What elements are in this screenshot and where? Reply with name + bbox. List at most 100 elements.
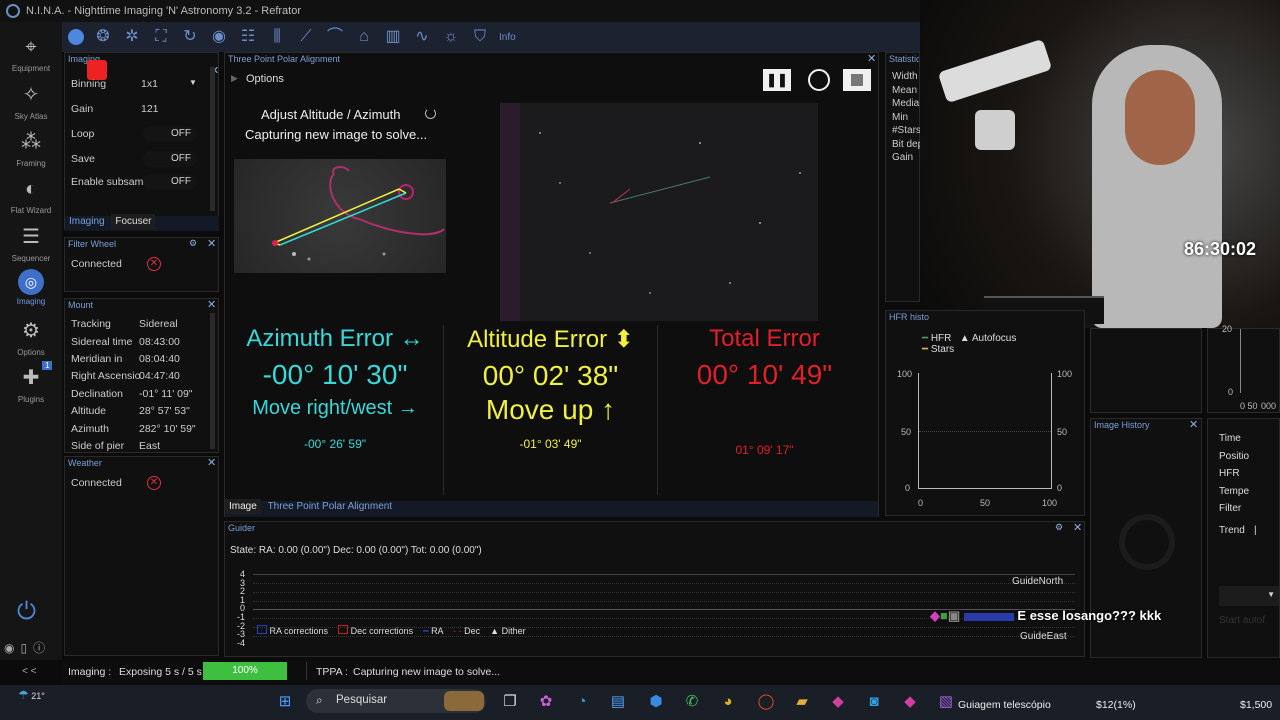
altitude-error: Altitude Error ⬍ 00° 02' 38" Move up ↑ -… (443, 325, 658, 451)
hfr-x-tick: 50 (980, 498, 991, 508)
target-icon[interactable]: ◉ (209, 27, 229, 47)
house-icon[interactable]: ⌂ (354, 27, 374, 47)
mount-label: Altitude (71, 405, 107, 417)
loop-toggle[interactable]: OFF (143, 126, 197, 142)
info-icon[interactable]: ⓘ (33, 641, 51, 655)
guide-graph-icon[interactable]: ∿ (412, 27, 432, 47)
sidebar-item-flat-wizard[interactable]: ◐ Flat Wizard (0, 174, 62, 215)
binning-select[interactable]: 1x1 (141, 78, 158, 90)
dec-line-icon: - - (453, 626, 462, 636)
filter-wheel-panel: Filter Wheel ⚙ ✕ Connected ✕ (64, 237, 219, 292)
sidebar-item-equipment[interactable]: ⌖ Equipment (0, 32, 62, 73)
telescope-tool-icon[interactable]: ⟋ (296, 27, 316, 47)
disconnected-icon[interactable]: ✕ (147, 257, 161, 271)
close-icon[interactable]: ✕ (1073, 521, 1082, 534)
close-icon[interactable]: ✕ (1189, 418, 1198, 431)
active-window-label[interactable]: Guiagem telescópio (958, 699, 1051, 711)
telescope-tube (937, 38, 1053, 104)
filter-wheel-icon[interactable]: ❂ (93, 27, 113, 47)
search-box[interactable]: ⌕ Pesquisar (306, 689, 486, 713)
info-tab[interactable]: Info (499, 32, 516, 43)
sidebar-item-sequencer[interactable]: ☰ Sequencer (0, 222, 62, 263)
refresh-button[interactable] (808, 69, 830, 91)
tab-image[interactable]: Image (225, 499, 261, 514)
altitude-move: Move up ↑ (485, 394, 616, 425)
rotator-icon[interactable]: ↻ (180, 27, 200, 47)
app-icon[interactable]: ◆ (898, 690, 922, 714)
person-head (1125, 70, 1195, 165)
eye-icon[interactable]: ◉ (4, 641, 20, 655)
copilot-icon[interactable]: ✿ (534, 690, 558, 714)
mount-label: Declination (71, 388, 123, 400)
options-toggle[interactable]: Options (246, 73, 284, 85)
filter-select[interactable]: ▼ (1219, 586, 1279, 606)
close-icon[interactable]: ✕ (207, 456, 216, 469)
sliders-icon[interactable]: ⫼ (267, 27, 287, 47)
azimuth-error: Azimuth Error ↔ -00° 10' 30" Move right/… (225, 325, 445, 451)
mount-value: 04:47:40 (139, 370, 180, 382)
gain-input[interactable]: 121 (141, 103, 159, 115)
folder-icon[interactable]: ▰ (790, 690, 814, 714)
stat-label: Gain (892, 152, 914, 163)
sidebar-item-sky-atlas[interactable]: ✧ Sky Atlas (0, 80, 62, 121)
tppa-step: Adjust Altitude / Azimuth (261, 107, 401, 122)
bar-chart-icon[interactable]: ▥ (383, 27, 403, 47)
lightbulb-icon[interactable]: ☼ (441, 27, 461, 47)
settings-icon[interactable]: ⚙ (189, 238, 197, 249)
expand-icon[interactable]: ▶ (231, 73, 238, 84)
shield-icon[interactable]: ⛉ (470, 27, 490, 47)
sidebar-item-options[interactable]: ⚙ Options (0, 316, 62, 357)
start-autofocus-button[interactable]: Start autof (1219, 615, 1265, 626)
store-icon[interactable]: ▤ (606, 690, 630, 714)
pause-button[interactable]: ❚❚ (763, 69, 791, 91)
scrollbar[interactable] (210, 67, 215, 211)
record-icon (87, 60, 107, 80)
app-icon[interactable]: ⬢ (644, 690, 668, 714)
tab-focuser[interactable]: Focuser (111, 214, 156, 229)
framing-tool-icon[interactable]: ⛶ (151, 27, 171, 47)
flat-wizard-icon: ◐ (24, 178, 38, 200)
disconnected-icon[interactable]: ✕ (147, 476, 161, 490)
windows-start-icon[interactable]: ⊞ (273, 690, 297, 714)
close-icon[interactable]: ✕ (207, 298, 216, 311)
sequencer-icon: ☰ (22, 226, 40, 248)
hfr-plot (918, 373, 1052, 489)
close-icon[interactable]: ✕ (867, 52, 876, 65)
settings-icon[interactable]: ⚙ (1055, 522, 1063, 533)
chevron-down-icon[interactable]: ▼ (189, 78, 197, 87)
azimuth-error-label: Azimuth Error ↔ (246, 325, 424, 352)
collapse-button[interactable]: < < (22, 666, 36, 677)
stream-timer: 86:30:02 (1184, 239, 1257, 259)
tab-tppa[interactable]: Three Point Polar Alignment (264, 499, 397, 514)
app-icon[interactable]: ◙ (862, 690, 886, 714)
list-icon[interactable]: ☷ (238, 27, 258, 47)
legend-ra: RA (431, 626, 444, 636)
total-detail: 01° 09' 17" (735, 443, 794, 457)
edge-icon[interactable]: ◔ (570, 690, 594, 714)
task-view-icon[interactable]: ❐ (498, 690, 522, 714)
sidebar-item-plugins[interactable]: ✚ Plugins 1 (0, 361, 62, 404)
stop-button[interactable] (843, 69, 871, 91)
framing-icon: ⁂ (21, 131, 41, 153)
opera-icon[interactable]: ◯ (754, 690, 778, 714)
chrome-icon[interactable]: ◕ (716, 690, 740, 714)
subsample-toggle[interactable]: OFF (143, 174, 197, 190)
save-toggle[interactable]: OFF (143, 151, 197, 167)
subsample-label: Enable subsam (71, 176, 144, 188)
weather-widget[interactable]: ☂ 21° (18, 688, 45, 702)
hfr-panel: HFR histo ━ HFR ▲ Autofocus ━ Stars 100 … (885, 310, 1085, 516)
power-icon[interactable]: ⏻ (17, 598, 36, 626)
camera-icon[interactable] (68, 29, 84, 45)
scrollbar[interactable] (210, 313, 215, 449)
whatsapp-icon[interactable]: ✆ (680, 690, 704, 714)
filter-wheel-status: Connected (71, 258, 122, 270)
tab-imaging[interactable]: Imaging (65, 214, 109, 229)
book-icon[interactable]: ▯ (20, 641, 33, 655)
dome-icon[interactable]: ⌒ (325, 27, 345, 47)
app-icon[interactable]: ◆ (826, 690, 850, 714)
app-icon[interactable]: ▧ (934, 690, 958, 714)
focuser-icon[interactable]: ✲ (122, 27, 142, 47)
sidebar-item-imaging[interactable]: ◎ Imaging (0, 269, 62, 306)
sidebar-item-framing[interactable]: ⁂ Framing (0, 127, 62, 168)
close-icon[interactable]: ✕ (207, 237, 216, 250)
